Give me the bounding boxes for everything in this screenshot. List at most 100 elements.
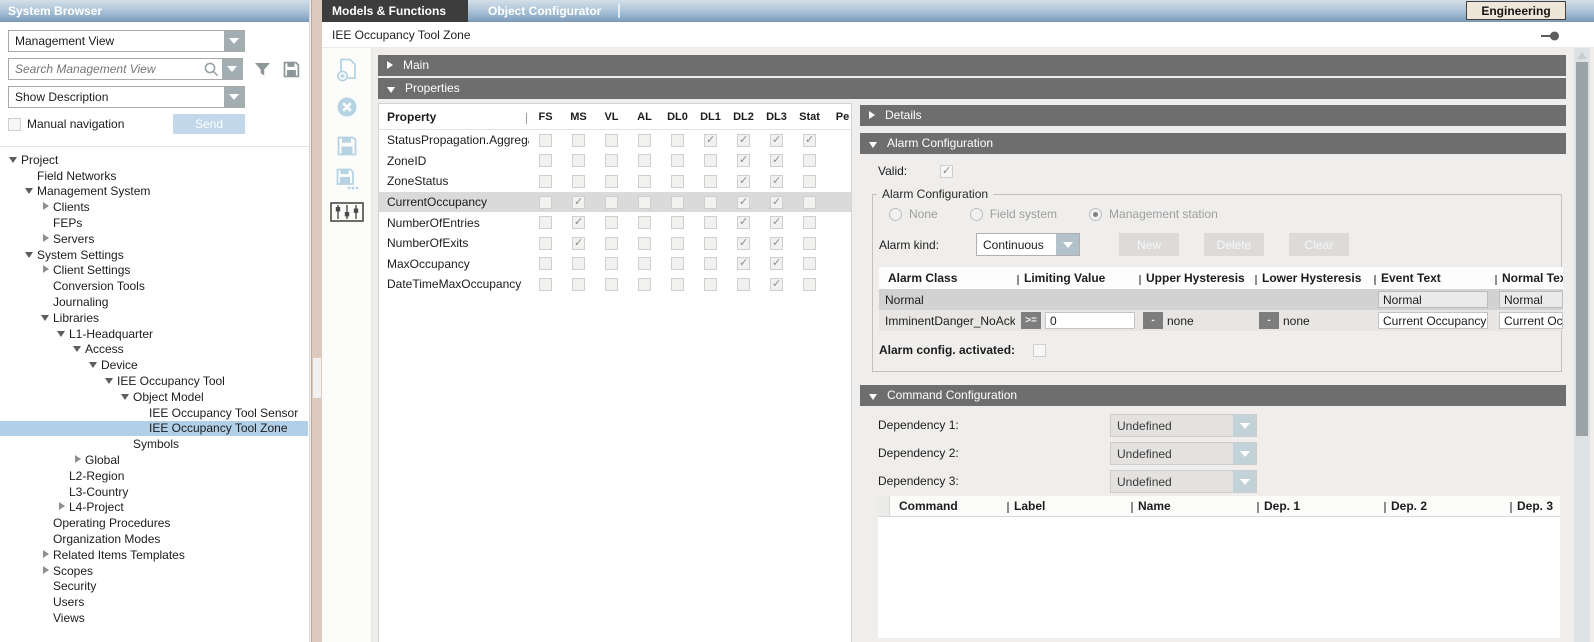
unchecked-checkbox[interactable] bbox=[572, 154, 585, 167]
expand-arrow-icon[interactable] bbox=[40, 550, 53, 560]
unchecked-checkbox[interactable] bbox=[803, 237, 816, 250]
unchecked-checkbox[interactable] bbox=[803, 196, 816, 209]
tree-item-l2-region[interactable]: L2-Region bbox=[0, 468, 308, 484]
property-row[interactable]: NumberOfEntries bbox=[379, 212, 851, 233]
unchecked-checkbox[interactable] bbox=[638, 175, 651, 188]
property-row[interactable]: StatusPropagation.Aggregate bbox=[379, 130, 851, 151]
tree-item-device[interactable]: Device bbox=[0, 357, 308, 373]
checked-checkbox[interactable] bbox=[572, 237, 585, 250]
tree-item-l3-country[interactable]: L3-Country bbox=[0, 484, 308, 500]
collapse-arrow-icon[interactable] bbox=[40, 313, 53, 323]
operator-badge[interactable]: - bbox=[1143, 312, 1163, 329]
unchecked-checkbox[interactable] bbox=[803, 257, 816, 270]
unchecked-checkbox[interactable] bbox=[704, 278, 717, 291]
collapse-arrow-icon[interactable] bbox=[56, 329, 69, 339]
unchecked-checkbox[interactable] bbox=[704, 175, 717, 188]
search-input[interactable] bbox=[9, 59, 203, 79]
tree-item-l1-headquarter[interactable]: L1-Headquarter bbox=[0, 326, 308, 342]
search-dropdown-icon[interactable] bbox=[222, 59, 242, 79]
checked-checkbox[interactable] bbox=[737, 134, 750, 147]
description-selector[interactable]: Show Description bbox=[8, 86, 245, 108]
unchecked-checkbox[interactable] bbox=[704, 257, 717, 270]
checked-checkbox[interactable] bbox=[737, 216, 750, 229]
unchecked-checkbox[interactable] bbox=[572, 134, 585, 147]
alarm-config-activated-checkbox[interactable] bbox=[1033, 344, 1046, 357]
scrollbar-thumb[interactable] bbox=[1576, 62, 1588, 436]
unchecked-checkbox[interactable] bbox=[638, 257, 651, 270]
unchecked-checkbox[interactable] bbox=[605, 196, 618, 209]
property-row[interactable]: NumberOfExits bbox=[379, 233, 851, 254]
tab-models-functions[interactable]: Models & Functions bbox=[322, 0, 468, 22]
unchecked-checkbox[interactable] bbox=[671, 175, 684, 188]
chevron-down-icon[interactable] bbox=[224, 31, 244, 51]
checked-checkbox[interactable] bbox=[770, 237, 783, 250]
unchecked-checkbox[interactable] bbox=[704, 196, 717, 209]
chevron-down-icon[interactable] bbox=[1056, 234, 1079, 255]
checked-checkbox[interactable] bbox=[770, 196, 783, 209]
unchecked-checkbox[interactable] bbox=[704, 154, 717, 167]
splitter-handle[interactable] bbox=[313, 358, 321, 398]
property-row[interactable]: CurrentOccupancy bbox=[379, 192, 851, 213]
scroll-up-icon[interactable] bbox=[1577, 52, 1587, 59]
tree-item-libraries[interactable]: Libraries bbox=[0, 310, 308, 326]
tree-item-iee-occupancy-tool-sensor[interactable]: IEE Occupancy Tool Sensor bbox=[0, 405, 308, 421]
unchecked-checkbox[interactable] bbox=[572, 175, 585, 188]
collapse-arrow-icon[interactable] bbox=[8, 155, 21, 165]
checked-checkbox[interactable] bbox=[572, 196, 585, 209]
tree-item-object-model[interactable]: Object Model bbox=[0, 389, 308, 405]
unchecked-checkbox[interactable] bbox=[539, 134, 552, 147]
send-button[interactable]: Send bbox=[173, 114, 245, 134]
collapse-arrow-icon[interactable] bbox=[24, 250, 37, 260]
tree-item-iee-occupancy-tool-zone[interactable]: IEE Occupancy Tool Zone bbox=[0, 421, 308, 437]
expand-arrow-icon[interactable] bbox=[72, 455, 85, 465]
alarm-text-input[interactable]: Normal bbox=[1499, 291, 1563, 308]
unchecked-checkbox[interactable] bbox=[737, 278, 750, 291]
property-row[interactable]: MaxOccupancy bbox=[379, 254, 851, 275]
tree-item-security[interactable]: Security bbox=[0, 579, 308, 595]
collapse-arrow-icon[interactable] bbox=[24, 186, 37, 196]
alarm-kind-dropdown[interactable]: Continuous bbox=[976, 233, 1080, 256]
checked-checkbox[interactable] bbox=[770, 257, 783, 270]
unchecked-checkbox[interactable] bbox=[605, 257, 618, 270]
engineering-mode-button[interactable]: Engineering bbox=[1466, 1, 1566, 20]
radio-button[interactable] bbox=[970, 208, 983, 221]
tree-item-symbols[interactable]: Symbols bbox=[0, 436, 308, 452]
alarm-text-input[interactable]: Current Occupancy Exceeded bbox=[1378, 312, 1488, 329]
filter-icon[interactable] bbox=[253, 60, 272, 79]
unchecked-checkbox[interactable] bbox=[671, 216, 684, 229]
unchecked-checkbox[interactable] bbox=[605, 237, 618, 250]
checked-checkbox[interactable] bbox=[803, 134, 816, 147]
section-properties-header[interactable]: Properties bbox=[378, 78, 1566, 99]
checked-checkbox[interactable] bbox=[770, 154, 783, 167]
tree-item-views[interactable]: Views bbox=[0, 610, 308, 626]
add-document-icon[interactable] bbox=[322, 56, 372, 84]
unchecked-checkbox[interactable] bbox=[572, 257, 585, 270]
unchecked-checkbox[interactable] bbox=[638, 216, 651, 229]
unchecked-checkbox[interactable] bbox=[638, 134, 651, 147]
tree-item-feps[interactable]: FEPs bbox=[0, 215, 308, 231]
unchecked-checkbox[interactable] bbox=[539, 278, 552, 291]
operator-badge[interactable]: - bbox=[1259, 312, 1279, 329]
checked-checkbox[interactable] bbox=[770, 278, 783, 291]
view-selector[interactable]: Management View bbox=[8, 30, 245, 52]
expand-arrow-icon[interactable] bbox=[40, 566, 53, 576]
checked-checkbox[interactable] bbox=[770, 134, 783, 147]
alarm-table-row[interactable]: NormalNormalNormal bbox=[879, 289, 1563, 310]
unchecked-checkbox[interactable] bbox=[803, 278, 816, 291]
property-row[interactable]: ZoneID bbox=[379, 151, 851, 172]
unchecked-checkbox[interactable] bbox=[539, 257, 552, 270]
unchecked-checkbox[interactable] bbox=[638, 237, 651, 250]
chevron-down-icon[interactable] bbox=[1233, 471, 1256, 492]
radio-button[interactable] bbox=[889, 208, 902, 221]
unchecked-checkbox[interactable] bbox=[671, 278, 684, 291]
property-row[interactable]: ZoneStatus bbox=[379, 171, 851, 192]
tree-item-l4-project[interactable]: L4-Project bbox=[0, 500, 308, 516]
tree-item-project[interactable]: Project bbox=[0, 152, 308, 168]
collapse-arrow-icon[interactable] bbox=[104, 376, 117, 386]
unchecked-checkbox[interactable] bbox=[539, 216, 552, 229]
unchecked-checkbox[interactable] bbox=[803, 154, 816, 167]
unchecked-checkbox[interactable] bbox=[605, 216, 618, 229]
tree-item-organization-modes[interactable]: Organization Modes bbox=[0, 531, 308, 547]
sliders-icon[interactable] bbox=[322, 198, 372, 226]
checked-checkbox[interactable] bbox=[770, 216, 783, 229]
